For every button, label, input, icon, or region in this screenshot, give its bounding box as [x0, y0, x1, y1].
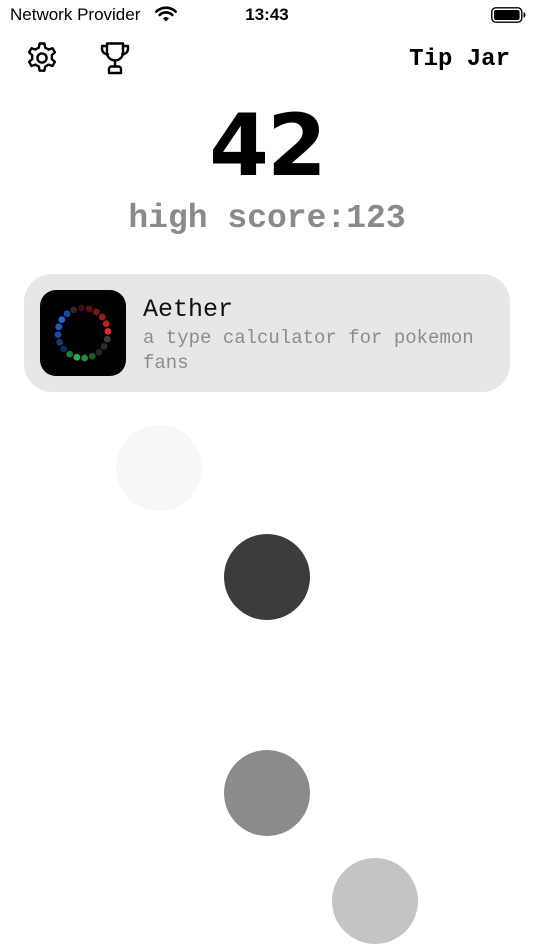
icon-dot [54, 331, 62, 338]
promo-app-description: a type calculator for pokemon fans [143, 327, 474, 374]
trophy-icon [97, 40, 133, 81]
icon-dot [102, 320, 110, 328]
leaderboard-button[interactable] [97, 40, 133, 81]
status-bar: Network Provider 13:43 [0, 0, 534, 30]
battery-full-icon [491, 7, 526, 23]
icon-dot [60, 345, 68, 353]
icon-dot [81, 354, 88, 362]
icon-dot [98, 313, 106, 321]
icon-dot [55, 323, 63, 331]
icon-dot [63, 310, 71, 318]
icon-dot [104, 328, 112, 335]
icon-dot [95, 348, 103, 356]
icon-dot [70, 306, 78, 314]
gear-icon [24, 40, 60, 81]
icon-dot [85, 305, 93, 313]
icon-dot [88, 352, 96, 360]
icon-dot [73, 353, 81, 361]
high-score-label: high score:123 [128, 200, 406, 237]
settings-button[interactable] [24, 40, 60, 81]
tip-jar-button[interactable]: Tip Jar [409, 46, 510, 73]
game-circle[interactable] [224, 534, 310, 620]
icon-dot [78, 304, 85, 312]
icon-dot [92, 308, 100, 316]
icon-dot [66, 350, 74, 358]
icon-dot [100, 342, 108, 350]
icon-dot [56, 338, 64, 346]
game-circle[interactable] [116, 425, 202, 511]
icon-dot [58, 316, 66, 324]
clock: 13:43 [245, 5, 289, 24]
promo-card[interactable]: Aether a type calculator for pokemon fan… [24, 274, 510, 392]
icon-dot [103, 335, 111, 343]
game-circle[interactable] [332, 858, 418, 944]
game-circle[interactable] [224, 750, 310, 836]
promo-app-name: Aether [143, 295, 234, 324]
aether-app-icon [40, 290, 126, 376]
current-score: 42 [209, 96, 327, 196]
